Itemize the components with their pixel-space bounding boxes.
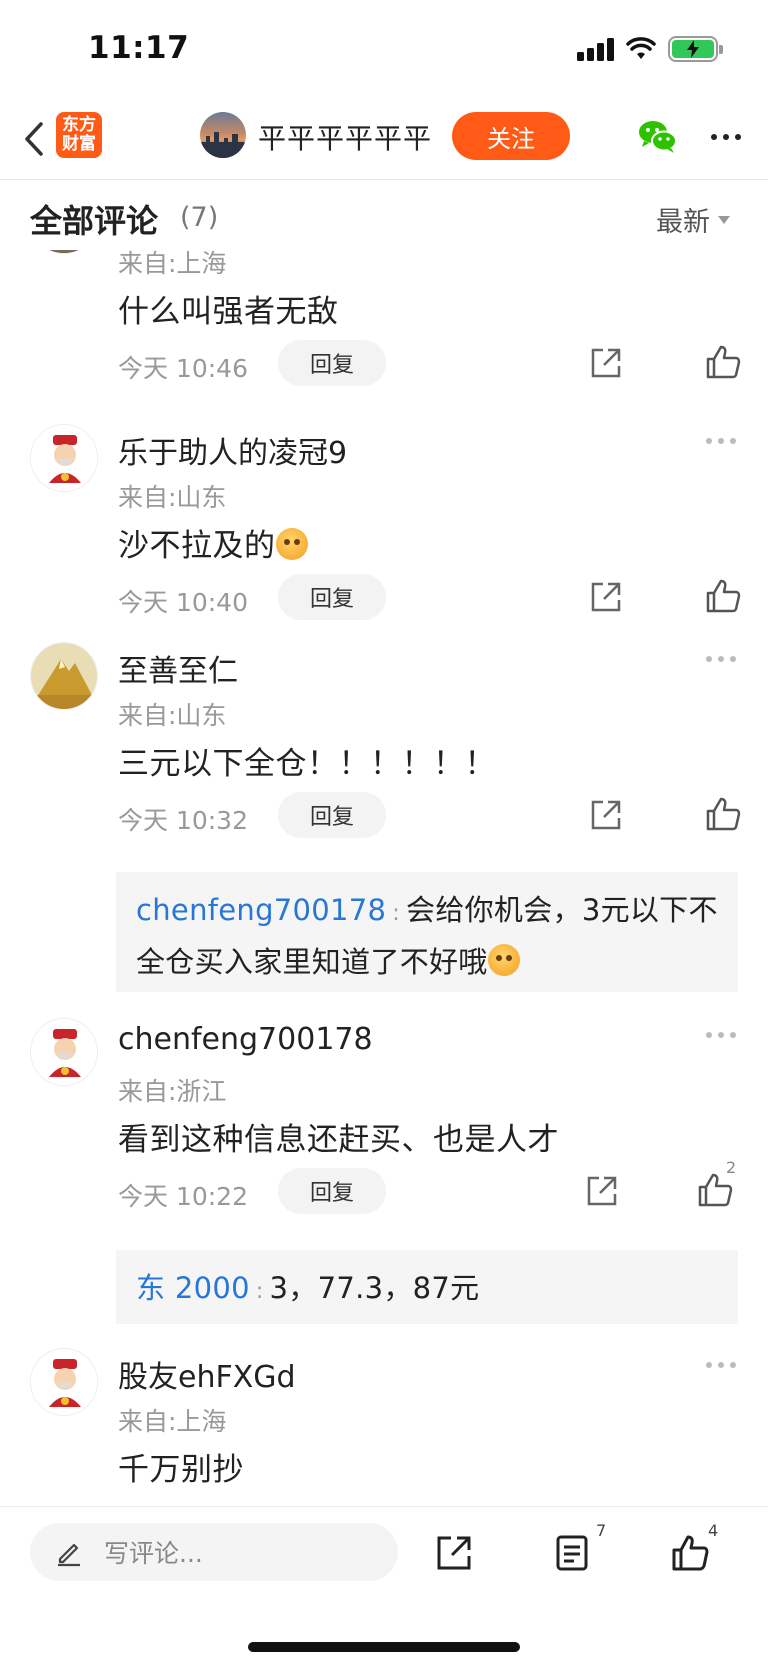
bottom-bar: 写评论... 7 4 bbox=[0, 1506, 768, 1663]
comments-header: 全部评论 (7) 最新 bbox=[0, 182, 768, 250]
likes-count-badge: 4 bbox=[708, 1521, 719, 1540]
reply-button[interactable]: 回复 bbox=[278, 1168, 386, 1214]
avatar[interactable] bbox=[30, 1018, 98, 1086]
comment-time: 今天 10:22 bbox=[118, 1182, 248, 1211]
comment-text[interactable]: 沙不拉及的 bbox=[118, 520, 308, 565]
comment-username[interactable]: 乐于助人的凌冠9 bbox=[118, 428, 347, 472]
share-icon[interactable] bbox=[588, 797, 624, 833]
thumbs-up-icon[interactable] bbox=[704, 577, 742, 615]
comment-more-button[interactable] bbox=[706, 656, 736, 662]
app-logo[interactable]: 东方财富 bbox=[56, 112, 102, 158]
comment-username[interactable]: chenfeng700178 bbox=[118, 1022, 373, 1057]
reply-author[interactable]: 东 2000 bbox=[136, 1271, 250, 1305]
write-comment-input[interactable]: 写评论... bbox=[30, 1523, 398, 1581]
author-avatar[interactable] bbox=[200, 112, 246, 158]
comment-more-button[interactable] bbox=[706, 438, 736, 444]
battery-icon bbox=[668, 36, 723, 62]
reply-text: 3，77.3，87元 bbox=[269, 1271, 480, 1305]
sweat-emoji-icon bbox=[487, 944, 520, 976]
share-icon[interactable] bbox=[434, 1533, 474, 1573]
god-of-wealth-icon bbox=[31, 425, 97, 491]
comment-text[interactable]: 三元以下全仓！！！！！！ bbox=[118, 738, 496, 783]
comment-time: 今天 10:40 bbox=[118, 588, 248, 617]
city-skyline-image bbox=[200, 132, 246, 158]
thumbs-up-icon[interactable] bbox=[704, 343, 742, 381]
more-options-button[interactable] bbox=[706, 122, 746, 152]
comment-location: 来自:山东 bbox=[118, 701, 227, 730]
comment-item: 乐于助人的凌冠9 来自:山东 沙不拉及的 今天 10:40 回复 bbox=[0, 416, 768, 634]
reply-preview[interactable]: 东 2000:3，77.3，87元 bbox=[116, 1250, 738, 1324]
signal-icon bbox=[577, 37, 614, 61]
reply-button[interactable]: 回复 bbox=[278, 340, 386, 386]
comment-location: 来自:山东 bbox=[118, 483, 227, 512]
wechat-icon[interactable] bbox=[636, 114, 680, 158]
comment-location: 来自:浙江 bbox=[118, 1077, 227, 1106]
comment-text[interactable]: 什么叫强者无敌 bbox=[118, 286, 339, 331]
status-icons bbox=[577, 36, 723, 62]
reply-button[interactable]: 回复 bbox=[278, 574, 386, 620]
share-icon[interactable] bbox=[588, 345, 624, 381]
golden-mountain-icon bbox=[31, 643, 97, 709]
comment-time: 今天 10:32 bbox=[118, 806, 248, 835]
sweat-emoji-icon bbox=[275, 528, 308, 560]
avatar[interactable] bbox=[30, 1348, 98, 1416]
reply-preview[interactable]: chenfeng700178: 会给你机会，3元以下不全仓买入家里知道了不好哦 bbox=[116, 872, 738, 992]
thumbs-up-icon[interactable] bbox=[704, 795, 742, 833]
god-of-wealth-icon bbox=[31, 1019, 97, 1085]
comments-count-badge: 7 bbox=[596, 1521, 607, 1540]
comment-username[interactable]: 至善至仁 bbox=[118, 646, 238, 690]
comment-item: 股友ehFXGd 来自:上海 千万别抄 bbox=[0, 1340, 768, 1506]
like-count: 2 bbox=[726, 1158, 737, 1177]
comment-item: chenfeng700178 来自:浙江 看到这种信息还赶买、也是人才 今天 1… bbox=[0, 1010, 768, 1324]
comment-location: 来自:上海 bbox=[118, 1407, 227, 1436]
chevron-left-icon bbox=[25, 122, 43, 156]
wifi-icon bbox=[626, 37, 656, 59]
share-icon[interactable] bbox=[588, 579, 624, 615]
status-time: 11:17 bbox=[88, 30, 190, 66]
god-of-wealth-icon bbox=[31, 1349, 97, 1415]
back-button[interactable] bbox=[14, 114, 54, 164]
comment-username[interactable]: 股友ehFXGd bbox=[118, 1352, 296, 1396]
comments-count: (7) bbox=[180, 202, 219, 233]
comment-item: 至善至仁 来自:山东 三元以下全仓！！！！！！ 今天 10:32 回复 chen… bbox=[0, 634, 768, 992]
caret-down-icon bbox=[718, 215, 730, 224]
comments-title: 全部评论 bbox=[30, 202, 159, 240]
comment-more-button[interactable] bbox=[706, 1362, 736, 1368]
sort-dropdown[interactable]: 最新 bbox=[656, 200, 730, 239]
nav-bar: 东方财富 平平平平平平 关注 bbox=[0, 100, 768, 180]
status-bar: 11:17 bbox=[0, 0, 768, 100]
home-indicator bbox=[248, 1642, 520, 1652]
share-icon[interactable] bbox=[584, 1173, 620, 1209]
avatar[interactable] bbox=[30, 642, 98, 710]
comment-more-button[interactable] bbox=[706, 1032, 736, 1038]
avatar[interactable] bbox=[30, 424, 98, 492]
author-name[interactable]: 平平平平平平 bbox=[258, 117, 432, 157]
thumbs-up-icon[interactable] bbox=[670, 1533, 710, 1573]
comment-text[interactable]: 看到这种信息还赶买、也是人才 bbox=[118, 1114, 559, 1159]
comment-time: 今天 10:46 bbox=[118, 354, 248, 383]
pencil-icon bbox=[58, 1543, 80, 1567]
reply-author[interactable]: chenfeng700178 bbox=[136, 893, 386, 927]
comment-text[interactable]: 千万别抄 bbox=[118, 1444, 244, 1489]
reply-button[interactable]: 回复 bbox=[278, 792, 386, 838]
comment-list[interactable]: 来自:上海 什么叫强者无敌 今天 10:46 回复 乐于助人的凌冠9 来自:山东… bbox=[0, 182, 768, 1506]
follow-button[interactable]: 关注 bbox=[452, 112, 570, 160]
comments-icon[interactable] bbox=[552, 1533, 592, 1573]
